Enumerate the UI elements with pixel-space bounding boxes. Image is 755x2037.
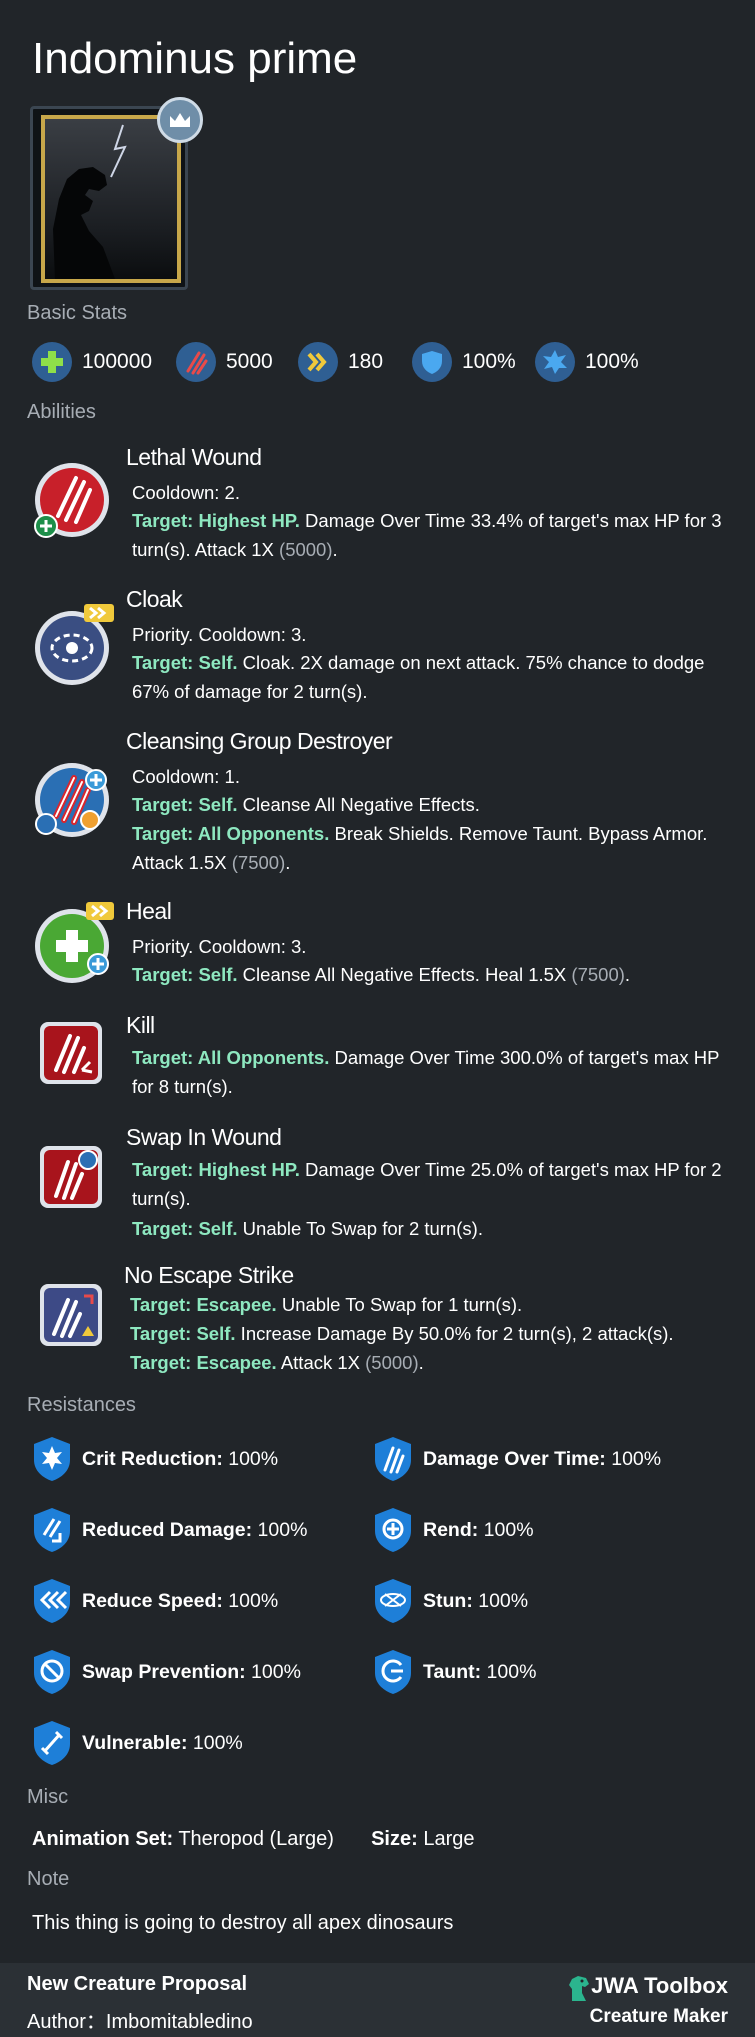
crit-icon xyxy=(535,342,575,382)
section-resistances: Resistances xyxy=(27,1394,136,1416)
stun-icon xyxy=(375,1579,411,1623)
crit-reduction-icon xyxy=(34,1437,70,1481)
ability-description: Target: Escapee. Attack 1X (5000). xyxy=(130,1352,424,1373)
swap-prevention-icon xyxy=(34,1650,70,1694)
speed-icon xyxy=(298,342,338,382)
section-misc: Misc xyxy=(27,1786,69,1808)
cloak-icon xyxy=(32,604,116,691)
section-note: Note xyxy=(27,1868,70,1890)
resistance-rend: Rend: 100% xyxy=(373,1507,534,1553)
stat-crit: 100% xyxy=(535,342,639,382)
damage-over-time-icon xyxy=(375,1437,411,1481)
heal-icon xyxy=(32,902,116,989)
resistance-reduce-speed: Reduce Speed: 100% xyxy=(32,1578,278,1624)
armor-icon xyxy=(412,342,452,382)
vulnerable-icon xyxy=(34,1721,70,1765)
resistance-damage-over-time: Damage Over Time: 100% xyxy=(373,1436,661,1482)
swap-in-wound-icon xyxy=(38,1144,106,1217)
ability-description: Target: Self. Cleanse All Negative Effec… xyxy=(132,964,631,985)
resistance-reduced-damage: Reduced Damage: 100% xyxy=(32,1507,307,1553)
creature-portrait xyxy=(30,97,203,290)
ability-description: Target: Highest HP. Damage Over Time 33.… xyxy=(132,510,722,560)
stat-speed: 180 xyxy=(298,342,383,382)
ability-description: Target: Self. Cleanse All Negative Effec… xyxy=(132,794,480,815)
proposal-label: New Creature Proposal xyxy=(27,1973,248,1995)
ability-description: Target: Self. Cloak. 2X damage on next a… xyxy=(132,652,705,702)
damage-icon xyxy=(176,342,216,382)
taunt-icon xyxy=(375,1650,411,1694)
ability-description: Target: Highest HP. Damage Over Time 25.… xyxy=(132,1159,722,1209)
rend-icon xyxy=(375,1508,411,1552)
misc-info: Animation Set: Theropod (Large) Size: La… xyxy=(32,1828,475,1851)
resistance-crit-reduction: Crit Reduction: 100% xyxy=(32,1436,278,1482)
ability-description: Target: All Opponents. Break Shields. Re… xyxy=(132,823,708,873)
resistance-vulnerable: Vulnerable: 100% xyxy=(32,1720,243,1766)
reduce-speed-icon xyxy=(34,1579,70,1623)
section-abilities: Abilities xyxy=(27,401,96,423)
health-icon xyxy=(32,342,72,382)
jwa-logo-icon xyxy=(569,1976,589,2001)
no-escape-strike-icon xyxy=(38,1282,106,1355)
note-text: This thing is going to destroy all apex … xyxy=(32,1912,454,1934)
brand-label[interactable]: JWA Toolbox xyxy=(591,1973,728,1999)
section-basic-stats: Basic Stats xyxy=(27,302,128,324)
reduced-damage-icon xyxy=(34,1508,70,1552)
stat-health: 100000 xyxy=(32,342,152,382)
creature-maker-label[interactable]: Creature Maker xyxy=(590,2006,728,2028)
crown-icon xyxy=(157,97,203,143)
ability-description: Target: Escapee. Unable To Swap for 1 tu… xyxy=(130,1294,523,1315)
author-label: Author：Imbomitabledino xyxy=(27,2011,253,2033)
kill-icon xyxy=(38,1020,106,1093)
creature-name: Indominus prime xyxy=(32,34,358,83)
stat-damage: 5000 xyxy=(176,342,273,382)
portrait-image xyxy=(41,115,181,283)
ability-description: Target: Self. Unable To Swap for 2 turn(… xyxy=(132,1218,483,1239)
resistance-stun: Stun: 100% xyxy=(373,1578,528,1624)
size-label: Size: xyxy=(371,1828,418,1850)
cleansing-group-destroyer-icon xyxy=(32,758,114,847)
footer: New Creature Proposal Author：Imbomitable… xyxy=(0,1963,755,2037)
ability-description: Target: All Opponents. Damage Over Time … xyxy=(132,1047,720,1097)
resistance-swap-prevention: Swap Prevention: 100% xyxy=(32,1649,301,1695)
animation-set-value: Theropod (Large) xyxy=(173,1828,334,1850)
resistance-taunt: Taunt: 100% xyxy=(373,1649,536,1695)
stat-armor: 100% xyxy=(412,342,516,382)
lethal-wound-icon xyxy=(32,460,112,547)
size-value: Large xyxy=(417,1828,475,1850)
animation-set-label: Animation Set: xyxy=(32,1828,174,1850)
ability-description: Target: Self. Increase Damage By 50.0% f… xyxy=(130,1323,674,1344)
